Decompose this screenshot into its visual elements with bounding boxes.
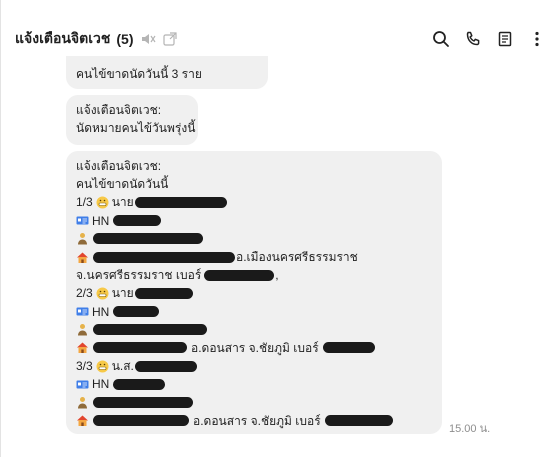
patient-phone-line: จ.นครศรีธรรมราช เบอร์ ,: [76, 266, 432, 284]
redaction: [93, 251, 235, 263]
message-bubble[interactable]: คนไข้ขาดนัดวันนี้ 3 ราย: [66, 56, 268, 89]
patient-title: นาย: [111, 286, 134, 301]
redaction: [134, 287, 193, 299]
patient-hn-line: HN: [76, 375, 432, 393]
patient-index: 3/3: [76, 359, 93, 374]
message-line: นัดหมายคนไข้วันพรุ่งนี้: [76, 121, 196, 136]
redaction: [93, 233, 203, 245]
person-icon: [76, 323, 89, 336]
id-card-icon: [76, 378, 89, 391]
patient-address: อ.ดอนสาร จ.ชัยภูมิ เบอร์: [193, 413, 321, 428]
message-line: แจ้งเตือนจิตเวช:: [76, 159, 162, 173]
notes-icon[interactable]: [494, 28, 516, 50]
redaction: [93, 342, 187, 354]
redaction: [324, 415, 393, 427]
patient-tail: ,: [275, 268, 279, 283]
redaction: [93, 415, 189, 427]
redaction: [113, 378, 166, 390]
chat-title[interactable]: แจ้งเตือนจิตเวช: [15, 28, 110, 50]
hn-label: HN: [92, 213, 110, 228]
external-link-icon[interactable]: [162, 31, 178, 47]
redaction: [134, 360, 197, 372]
message-line: คนไข้ขาดนัดวันนี้: [76, 177, 169, 192]
search-icon[interactable]: [430, 28, 452, 50]
phone-icon[interactable]: [462, 28, 484, 50]
redaction: [113, 215, 162, 227]
house-icon: [76, 414, 89, 427]
patient-title: นาย: [111, 195, 134, 210]
member-count[interactable]: (5): [116, 31, 133, 47]
message-line: คนไข้ขาดนัดวันนี้ 3 ราย: [76, 67, 202, 81]
redaction: [204, 269, 275, 281]
id-card-icon: [76, 305, 89, 318]
more-icon[interactable]: [526, 28, 548, 50]
hn-label: HN: [92, 377, 110, 392]
patient-hn-line: HN: [76, 303, 432, 321]
house-icon: [76, 251, 89, 264]
redaction: [322, 342, 375, 354]
message-bubble[interactable]: แจ้งเตือนจิตเวช: นัดหมายคนไข้วันพรุ่งนี้: [66, 95, 198, 145]
patient-contact-line: [76, 230, 432, 248]
patient-name-line: 2/3 นาย: [76, 284, 432, 302]
redaction: [134, 196, 227, 208]
patient-hn-line: HN: [76, 212, 432, 230]
message-list[interactable]: คนไข้ขาดนัดวันนี้ 3 ราย แจ้งเตือนจิตเวช:…: [1, 56, 560, 456]
patient-contact-line: [76, 321, 432, 339]
patient-index: 1/3: [76, 195, 93, 210]
patient-address-line: อ.เมืองนครศรีธรรมราช: [76, 248, 432, 266]
patient-address: อ.ดอนสาร จ.ชัยภูมิ เบอร์: [191, 340, 319, 355]
grimace-emoji-icon: [96, 287, 109, 300]
patient-contact-line: [76, 393, 432, 411]
grimace-emoji-icon: [96, 360, 109, 373]
redaction: [93, 397, 193, 409]
patient-address-line: อ.ดอนสาร จ.ชัยภูมิ เบอร์: [76, 412, 432, 430]
chat-title-group: แจ้งเตือนจิตเวช (5): [15, 29, 178, 49]
person-icon: [76, 232, 89, 245]
message-line: แจ้งเตือนจิตเวช:: [76, 103, 162, 117]
message-bubble[interactable]: แจ้งเตือนจิตเวช: คนไข้ขาดนัดวันนี้ 1/3 น…: [66, 151, 442, 434]
patient-name-line: 1/3 นาย: [76, 193, 432, 211]
patient-title: น.ส.: [111, 359, 134, 374]
patient-district: อ.เมืองนครศรีธรรมราช: [236, 249, 358, 264]
patient-name-line: 3/3 น.ส.: [76, 357, 432, 375]
hn-label: HN: [92, 304, 110, 319]
mute-icon[interactable]: [140, 31, 156, 47]
patient-address-line: อ.ดอนสาร จ.ชัยภูมิ เบอร์: [76, 339, 432, 357]
patient-index: 2/3: [76, 286, 93, 301]
header-actions: [430, 28, 548, 50]
message-timestamp: 15.00 น.: [449, 423, 491, 435]
person-icon: [76, 396, 89, 409]
patient-province-phone: จ.นครศรีธรรมราช เบอร์: [76, 268, 202, 283]
id-card-icon: [76, 214, 89, 227]
redaction: [93, 324, 207, 336]
house-icon: [76, 341, 89, 354]
redaction: [113, 306, 160, 318]
grimace-emoji-icon: [96, 196, 109, 209]
